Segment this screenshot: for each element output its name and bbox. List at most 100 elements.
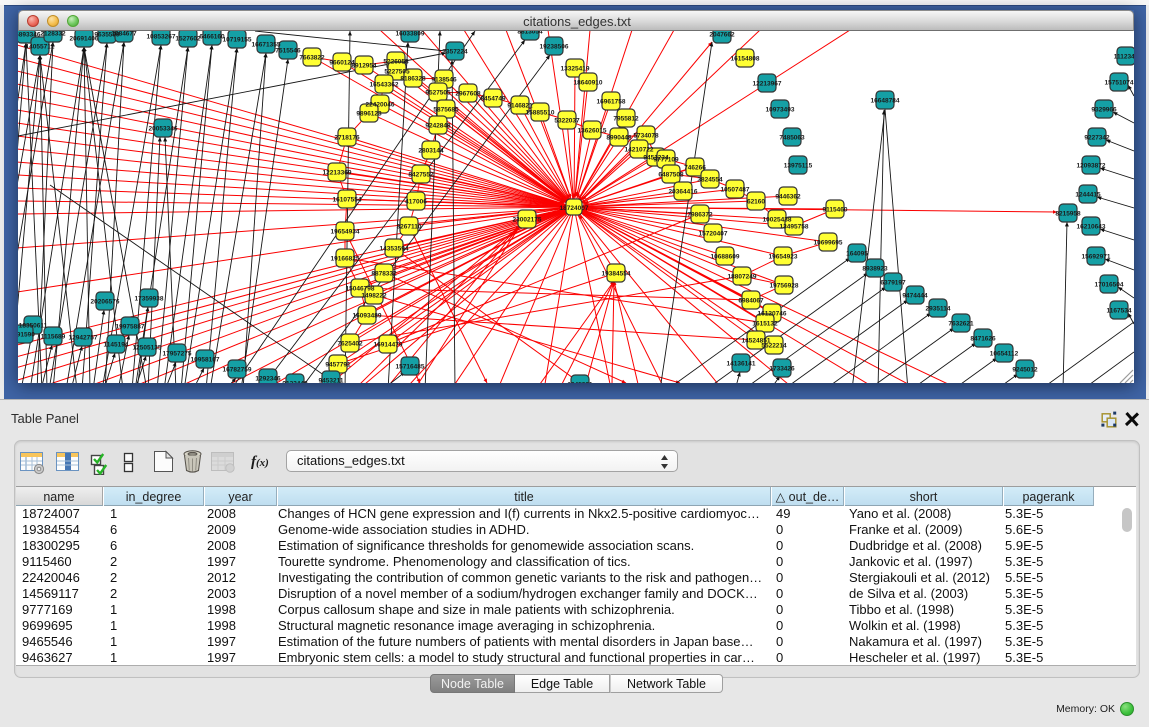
svg-text:5227505: 5227505: [384, 69, 410, 76]
svg-text:14210722: 14210722: [625, 147, 654, 154]
svg-text:7955812: 7955812: [613, 116, 639, 123]
svg-text:16107554: 16107554: [333, 197, 362, 204]
svg-text:16914479: 16914479: [374, 342, 403, 349]
svg-text:18350611: 18350611: [19, 323, 48, 330]
svg-text:6487508: 6487508: [658, 172, 684, 179]
svg-text:5322037: 5322037: [554, 118, 580, 125]
svg-text:16961758: 16961758: [597, 99, 626, 106]
svg-text:19166825: 19166825: [331, 256, 360, 263]
svg-text:12213369: 12213369: [323, 170, 352, 177]
svg-text:18640910: 18640910: [574, 80, 603, 87]
svg-text:1167534: 1167534: [1107, 308, 1132, 315]
svg-text:9446362: 9446362: [775, 194, 801, 201]
svg-text:8912954: 8912954: [351, 63, 377, 70]
svg-text:5875685: 5875685: [433, 107, 459, 114]
svg-text:15046798: 15046798: [346, 286, 375, 293]
svg-text:19756928: 19756928: [770, 283, 799, 290]
svg-text:1112345: 1112345: [1114, 54, 1134, 61]
svg-text:9242848: 9242848: [425, 123, 451, 130]
svg-text:12942757: 12942757: [69, 335, 98, 342]
svg-text:10958107: 10958107: [191, 357, 220, 364]
svg-text:10853267: 10853267: [147, 34, 176, 41]
svg-text:2047662: 2047662: [709, 32, 735, 39]
svg-text:5522214: 5522214: [761, 343, 787, 350]
svg-text:417006: 417006: [405, 199, 427, 206]
svg-text:15720407: 15720407: [699, 231, 728, 238]
svg-text:16154808: 16154808: [731, 56, 760, 63]
svg-text:8990448: 8990448: [606, 135, 632, 142]
svg-text:9115460: 9115460: [823, 207, 848, 214]
svg-text:10025438: 10025438: [763, 217, 792, 224]
svg-text:9245012: 9245012: [1012, 367, 1038, 374]
svg-text:17016504: 17016504: [1095, 282, 1124, 289]
svg-text:12093872: 12093872: [1077, 163, 1106, 170]
svg-text:5734078: 5734078: [633, 133, 659, 140]
svg-text:10719155: 10719155: [223, 37, 252, 44]
svg-text:16093489: 16093489: [353, 313, 382, 320]
svg-text:10688609: 10688609: [711, 254, 740, 261]
svg-text:17359938: 17359938: [135, 296, 164, 303]
svg-text:8215958: 8215958: [1055, 211, 1081, 218]
svg-text:9457791: 9457791: [325, 362, 351, 369]
svg-text:15716485: 15716485: [396, 364, 425, 371]
svg-text:9896123: 9896123: [356, 111, 382, 118]
svg-text:7485063: 7485063: [779, 135, 805, 142]
svg-text:6984067: 6984067: [738, 298, 764, 305]
svg-text:16543362: 16543362: [370, 82, 399, 89]
svg-text:391590: 391590: [18, 332, 35, 339]
svg-text:12505135: 12505135: [133, 345, 162, 352]
svg-text:8471626: 8471626: [970, 336, 996, 343]
svg-text:8454749: 8454749: [480, 96, 506, 103]
svg-text:2967608: 2967608: [455, 91, 481, 98]
svg-text:10699695: 10699695: [814, 240, 843, 247]
svg-text:1292346: 1292346: [255, 376, 281, 383]
svg-text:20364416: 20364416: [669, 189, 698, 196]
svg-text:1145194: 1145194: [104, 342, 129, 349]
svg-text:8813054: 8813054: [517, 31, 543, 36]
svg-text:8878332: 8878332: [371, 271, 397, 278]
svg-text:19654923: 19654923: [769, 254, 798, 261]
svg-text:19238506: 19238506: [540, 44, 569, 51]
svg-text:5226058: 5226058: [383, 59, 409, 66]
svg-text:2935114: 2935114: [926, 306, 951, 313]
svg-text:9474444: 9474444: [902, 293, 928, 300]
svg-text:17957275: 17957275: [163, 351, 192, 358]
svg-text:13495758: 13495758: [780, 224, 809, 231]
svg-text:20053346: 20053346: [149, 126, 178, 133]
svg-text:16893346: 16893346: [18, 32, 41, 39]
svg-text:7632621: 7632621: [948, 321, 974, 328]
svg-text:9527505: 9527505: [425, 90, 451, 97]
svg-text:7357224: 7357224: [442, 49, 468, 56]
svg-text:14353594: 14353594: [380, 246, 409, 253]
svg-text:6379197: 6379197: [880, 280, 906, 287]
svg-text:9453211: 9453211: [319, 378, 344, 384]
svg-text:13325419: 13325419: [561, 66, 590, 73]
svg-text:15885510: 15885510: [526, 110, 555, 117]
svg-text:19654934: 19654934: [331, 229, 360, 236]
svg-text:7515546: 7515546: [275, 48, 301, 55]
svg-text:16033809: 16033809: [396, 31, 425, 38]
svg-text:1945231: 1945231: [567, 382, 593, 384]
svg-text:19975887: 19975887: [116, 324, 145, 331]
svg-text:1615132: 1615132: [752, 321, 778, 328]
svg-text:15751074: 15751074: [1105, 80, 1134, 87]
svg-text:9146821: 9146821: [507, 103, 533, 110]
svg-text:13626015: 13626015: [578, 128, 607, 135]
svg-text:10507487: 10507487: [721, 187, 750, 194]
svg-text:15692971: 15692971: [1082, 254, 1111, 261]
svg-text:16120746: 16120746: [758, 311, 787, 318]
svg-text:1084677: 1084677: [111, 31, 137, 38]
svg-text:18807249: 18807249: [728, 274, 757, 281]
svg-text:164095: 164095: [846, 251, 868, 258]
svg-text:6466160: 6466160: [199, 34, 225, 41]
svg-text:7625402: 7625402: [337, 341, 363, 348]
svg-text:10654112: 10654112: [990, 351, 1019, 358]
svg-text:(x): (x): [256, 457, 269, 469]
svg-text:1733426: 1733426: [769, 366, 795, 373]
svg-text:2718176: 2718176: [334, 135, 360, 142]
svg-text:9777109: 9777109: [653, 157, 679, 164]
svg-text:1498222: 1498222: [361, 293, 387, 300]
svg-text:9329966: 9329966: [1091, 107, 1117, 114]
svg-text:12213967: 12213967: [753, 81, 782, 88]
svg-text:1527602: 1527602: [175, 36, 201, 43]
